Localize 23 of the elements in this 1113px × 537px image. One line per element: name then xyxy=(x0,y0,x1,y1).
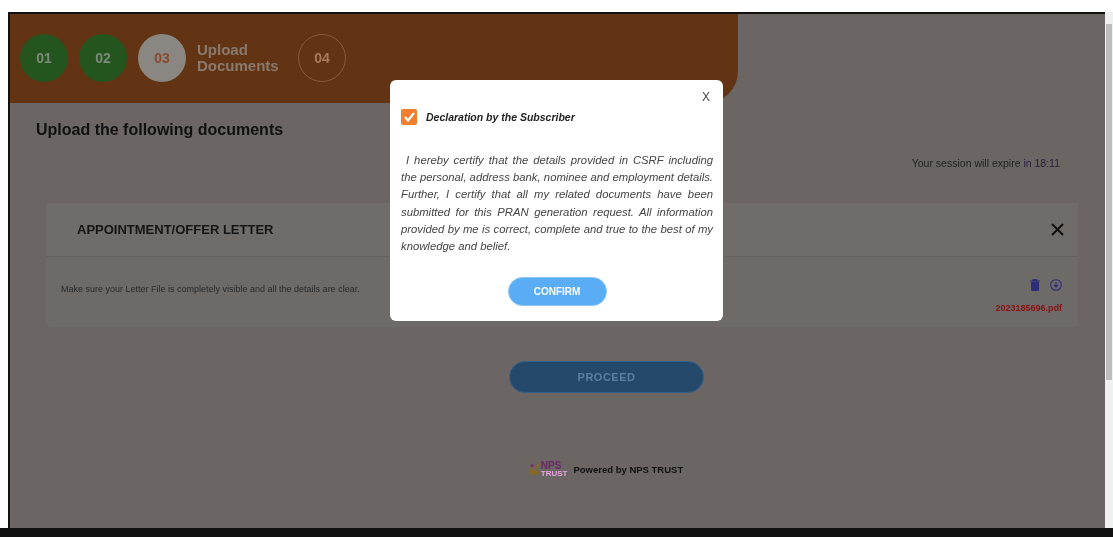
checkbox[interactable] xyxy=(401,109,417,125)
confirm-button[interactable]: CONFIRM xyxy=(507,277,607,307)
document-title: APPOINTMENT/OFFER LETTER xyxy=(77,222,274,237)
step-label: Upload Documents xyxy=(197,42,280,74)
trash-icon[interactable] xyxy=(1030,279,1040,291)
proceed-button[interactable]: PROCEED xyxy=(509,361,704,393)
close-icon[interactable] xyxy=(1051,223,1064,236)
file-name[interactable]: 2023185696.pdf xyxy=(995,303,1062,313)
declaration-title: Declaration by the Subscriber xyxy=(426,111,575,123)
download-icon[interactable] xyxy=(1050,279,1062,291)
close-button[interactable]: X xyxy=(702,90,710,104)
logo-icon xyxy=(527,463,540,476)
session-timer: in 18:11 xyxy=(1023,157,1060,169)
step-circle: 03 xyxy=(138,34,186,82)
logo-subtext: TRUST xyxy=(540,470,568,478)
declaration-text: I hereby certify that the details provided in CSRF including the personal, address bank, nominee and employment details. Further, I certify that all my related documents have been submitted for this PRAN generation request. All information provided by me is correct, complete and true to the best of my knowledge and belief. xyxy=(401,153,713,254)
page-heading: Upload the following documents xyxy=(36,121,285,139)
logo-text: NPS xyxy=(540,461,563,470)
scrollbar-thumb[interactable] xyxy=(1106,24,1112,380)
step-circle: 01 xyxy=(20,34,68,82)
step-circle: 02 xyxy=(79,34,127,82)
footer-text: Powered by NPS TRUST xyxy=(573,464,684,475)
session-text: Your session will expire xyxy=(911,157,1021,169)
